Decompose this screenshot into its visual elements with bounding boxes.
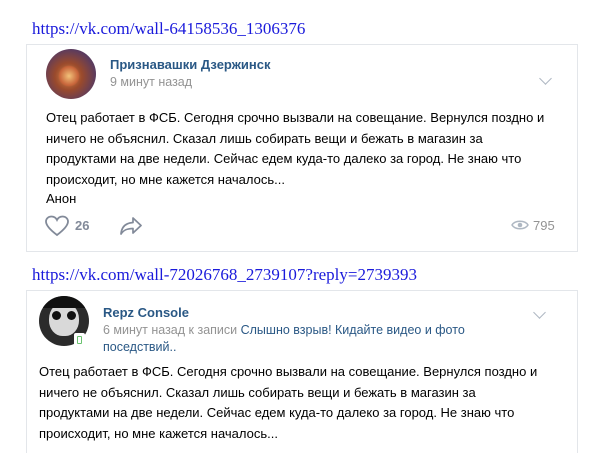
reply-meta: 6 минут назад к записи Слышно взрыв! Кид… bbox=[103, 322, 503, 356]
post-author[interactable]: Признавашки Дзержинск bbox=[110, 57, 271, 72]
avatar-eye-left bbox=[52, 311, 61, 320]
post-card-2: Repz Console 6 минут назад к записи Слыш… bbox=[26, 290, 578, 453]
post-url-2[interactable]: https://vk.com/wall-72026768_2739107?rep… bbox=[32, 265, 417, 285]
share-icon[interactable] bbox=[119, 216, 143, 236]
post-text: Отец работает в ФСБ. Сегодня срочно вызв… bbox=[46, 110, 545, 187]
post-url-1[interactable]: https://vk.com/wall-64158536_1306376 bbox=[32, 19, 305, 39]
chevron-down-icon[interactable] bbox=[533, 306, 546, 319]
heart-icon[interactable] bbox=[45, 215, 69, 237]
reply-time[interactable]: 6 минут назад к записи bbox=[103, 323, 237, 337]
avatar-hair bbox=[43, 296, 85, 308]
avatar-art bbox=[58, 65, 80, 87]
reply-author[interactable]: Repz Console bbox=[103, 305, 189, 320]
chevron-down-icon[interactable] bbox=[539, 72, 552, 85]
avatar-eye-right bbox=[67, 311, 76, 320]
view-count: 795 bbox=[533, 218, 555, 233]
reply-parent-link[interactable]: Слышно взрыв! Кидайте видео и фото bbox=[241, 323, 465, 337]
mobile-online-icon bbox=[74, 333, 85, 347]
group-avatar[interactable] bbox=[46, 49, 96, 99]
post-time[interactable]: 9 минут назад bbox=[110, 74, 192, 91]
like-count: 26 bbox=[75, 218, 90, 233]
eye-icon bbox=[511, 220, 529, 230]
post-card-1: Признавашки Дзержинск 9 минут назад Отец… bbox=[26, 44, 578, 252]
post-signature: Анон bbox=[46, 191, 77, 206]
reply-parent-link-cont[interactable]: поседствий.. bbox=[103, 340, 176, 354]
reply-text: Отец работает в ФСБ. Сегодня срочно вызв… bbox=[39, 364, 538, 441]
